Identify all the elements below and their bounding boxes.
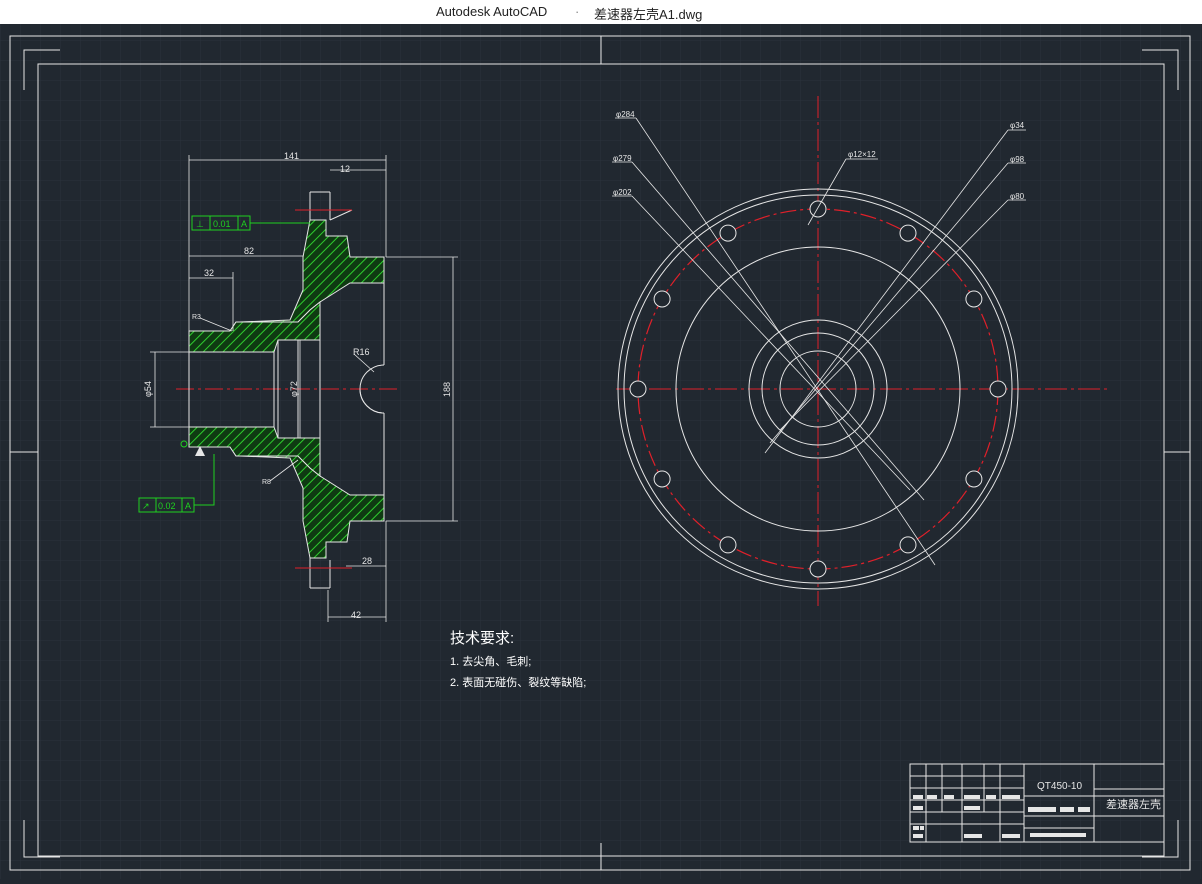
dim-28: 28 [362, 556, 372, 566]
grid-background [0, 24, 1202, 879]
label-phi284: φ284 [616, 110, 635, 119]
dim-phi72: φ72 [289, 381, 299, 397]
bolt-hole [629, 380, 647, 398]
bolt-hole [809, 200, 827, 218]
dim-32: 32 [204, 268, 214, 278]
tolerance-symbol-top: ⊥ [196, 219, 204, 229]
bolt-hole [719, 224, 737, 242]
notes-item-1: 1. 去尖角、毛刺; [450, 655, 531, 668]
bolt-hole [899, 224, 917, 242]
label-phi279: φ279 [613, 154, 632, 163]
bolt-hole [653, 290, 671, 308]
dim-82: 82 [244, 246, 254, 256]
dim-42: 42 [351, 610, 361, 620]
label-phi34: φ34 [1010, 121, 1025, 130]
drawing-canvas[interactable]: 141 12 82 32 R3 R8 R16 φ54 φ72 188 28 42… [0, 24, 1202, 879]
bolt-hole [719, 536, 737, 554]
bolt-hole [653, 470, 671, 488]
title-separator: · [575, 4, 580, 19]
tolerance-value-top: 0.01 [213, 219, 231, 229]
tolerance-datum-bottom: A [185, 501, 191, 511]
bolt-hole [965, 290, 983, 308]
title-block-material: QT450-10 [1037, 781, 1082, 792]
dim-12: 12 [340, 164, 350, 174]
tolerance-value-bottom: 0.02 [158, 501, 176, 511]
bolt-hole [809, 560, 827, 578]
dim-r8: R8 [262, 479, 271, 486]
label-holes: φ12×12 [848, 150, 876, 159]
label-phi202: φ202 [613, 188, 632, 197]
window-title-bar: Autodesk AutoCAD · 差速器左壳A1.dwg [0, 0, 1202, 24]
dim-r16: R16 [353, 347, 370, 357]
label-phi98: φ98 [1010, 155, 1025, 164]
file-name: 差速器左壳A1.dwg [594, 7, 703, 22]
notes-title: 技术要求: [450, 630, 514, 647]
tolerance-symbol-bottom: ↗ [142, 501, 150, 511]
bolt-hole [899, 536, 917, 554]
notes-item-2: 2. 表面无碰伤、裂纹等缺陷; [450, 675, 586, 689]
bolt-hole [965, 470, 983, 488]
bolt-hole [989, 380, 1007, 398]
dim-141: 141 [284, 151, 299, 161]
dim-188: 188 [442, 382, 452, 397]
dim-phi54: φ54 [143, 381, 153, 397]
title-block-part-name: 差速器左壳 [1106, 797, 1161, 811]
app-name: Autodesk AutoCAD [436, 4, 548, 19]
label-phi80: φ80 [1010, 192, 1025, 201]
dim-r3: R3 [192, 314, 201, 321]
tolerance-datum-top: A [241, 219, 247, 229]
